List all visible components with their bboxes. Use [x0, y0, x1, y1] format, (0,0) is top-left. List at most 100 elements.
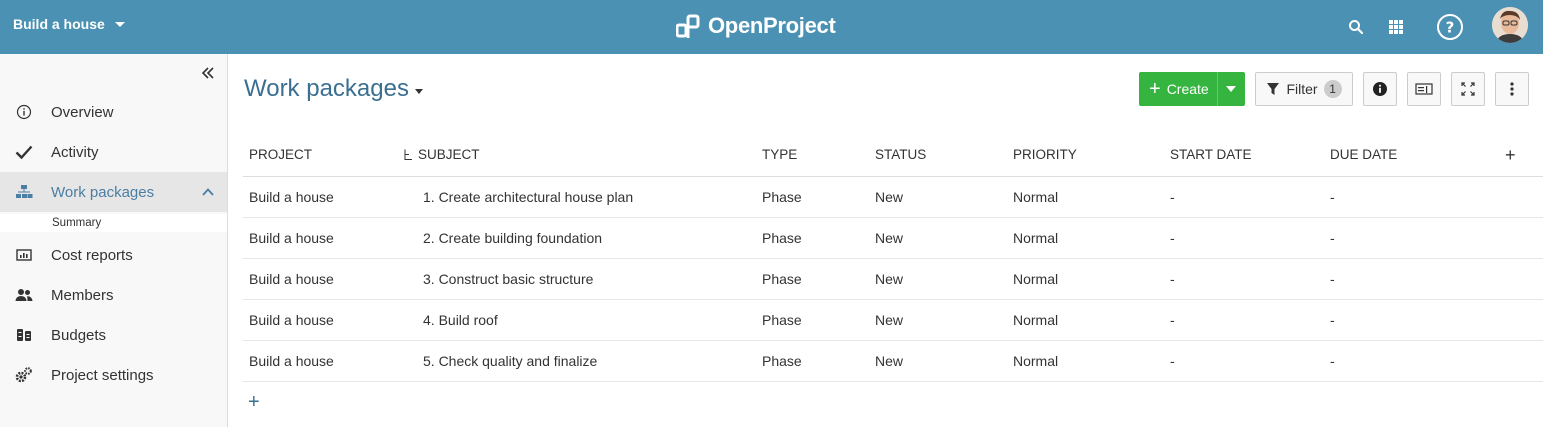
cell-due-date[interactable]: - — [1330, 353, 1335, 369]
filter-count-badge: 1 — [1323, 80, 1342, 98]
create-separator — [1217, 72, 1218, 106]
add-work-package-icon[interactable]: + — [248, 392, 260, 412]
help-icon[interactable]: ? — [1436, 13, 1464, 41]
sidebar-item-cost-reports[interactable]: Cost reports — [0, 235, 227, 275]
caret-down-icon — [114, 21, 125, 27]
column-header-start-date[interactable]: START DATE — [1170, 147, 1252, 162]
sidebar: Overview Activity Work packages Summary … — [0, 54, 228, 427]
sidebar-subitem-summary[interactable]: Summary — [0, 214, 227, 232]
cell-type[interactable]: Phase — [762, 230, 802, 246]
svg-text:?: ? — [1446, 19, 1455, 37]
cell-type[interactable]: Phase — [762, 189, 802, 205]
sidebar-item-members[interactable]: Members — [0, 275, 227, 315]
info-icon — [15, 103, 33, 121]
fullscreen-button[interactable] — [1451, 72, 1485, 106]
create-label: Create — [1166, 81, 1209, 97]
view-mode-icon — [1415, 82, 1433, 96]
cell-priority[interactable]: Normal — [1013, 189, 1058, 205]
cell-start-date[interactable]: - — [1170, 230, 1175, 246]
cell-priority[interactable]: Normal — [1013, 271, 1058, 287]
user-avatar[interactable] — [1492, 7, 1528, 43]
view-mode-button[interactable] — [1407, 72, 1441, 106]
logo-mark-icon — [675, 12, 700, 40]
cell-subject[interactable]: 2. Create building foundation — [423, 230, 602, 246]
cell-status[interactable]: New — [875, 271, 903, 287]
cell-type[interactable]: Phase — [762, 353, 802, 369]
column-header-subject[interactable]: SUBJECT — [418, 147, 480, 162]
cell-start-date[interactable]: - — [1170, 271, 1175, 287]
filter-label: Filter — [1286, 81, 1318, 97]
cell-priority[interactable]: Normal — [1013, 312, 1058, 328]
collapse-sidebar-icon[interactable] — [198, 63, 218, 83]
settings-icon — [15, 366, 33, 384]
cell-subject[interactable]: 5. Check quality and finalize — [423, 353, 597, 369]
column-header-type[interactable]: TYPE — [762, 147, 797, 162]
filter-button[interactable]: Filter 1 — [1255, 72, 1353, 106]
details-button[interactable] — [1363, 72, 1397, 106]
cell-due-date[interactable]: - — [1330, 230, 1335, 246]
cell-due-date[interactable]: - — [1330, 189, 1335, 205]
filter-icon — [1266, 82, 1280, 96]
cell-due-date[interactable]: - — [1330, 271, 1335, 287]
sidebar-item-label: Cost reports — [51, 246, 133, 264]
column-header-priority[interactable]: PRIORITY — [1013, 147, 1077, 162]
sidebar-item-label: Members — [51, 286, 114, 304]
table-row[interactable]: Build a house 2. Create building foundat… — [243, 218, 1543, 259]
search-icon[interactable] — [1342, 13, 1370, 41]
cell-priority[interactable]: Normal — [1013, 353, 1058, 369]
work-packages-table: PROJECT SUBJECT TYPE STATUS PRIORITY STA… — [243, 132, 1543, 382]
more-vertical-icon — [1510, 82, 1514, 96]
column-header-project[interactable]: PROJECT — [249, 147, 312, 162]
more-options-button[interactable] — [1495, 72, 1529, 106]
cell-project: Build a house — [249, 230, 334, 246]
cell-start-date[interactable]: - — [1170, 312, 1175, 328]
cell-start-date[interactable]: - — [1170, 353, 1175, 369]
table-row[interactable]: Build a house 1. Create architectural ho… — [243, 177, 1543, 218]
checkmark-icon — [15, 143, 33, 161]
create-button[interactable]: + Create — [1139, 72, 1245, 106]
column-header-due-date[interactable]: DUE DATE — [1330, 147, 1397, 162]
hierarchy-toggle-icon[interactable] — [403, 149, 413, 164]
cell-project: Build a house — [249, 312, 334, 328]
toolbar: + Create Filter 1 — [228, 72, 1543, 106]
project-selector[interactable]: Build a house — [13, 16, 125, 32]
sidebar-item-activity[interactable]: Activity — [0, 132, 227, 172]
cell-subject[interactable]: 1. Create architectural house plan — [423, 189, 633, 205]
sidebar-item-budgets[interactable]: Budgets — [0, 315, 227, 355]
cell-due-date[interactable]: - — [1330, 312, 1335, 328]
cell-priority[interactable]: Normal — [1013, 230, 1058, 246]
sidebar-item-overview[interactable]: Overview — [0, 92, 227, 132]
sidebar-item-work-packages[interactable]: Work packages — [0, 172, 227, 212]
column-header-status[interactable]: STATUS — [875, 147, 926, 162]
sidebar-item-label: Project settings — [51, 366, 154, 384]
main-content: Work packages + Create Filter 1 PROJECT … — [228, 54, 1543, 427]
cell-subject[interactable]: 3. Construct basic structure — [423, 271, 593, 287]
cell-project: Build a house — [249, 271, 334, 287]
cell-status[interactable]: New — [875, 230, 903, 246]
cost-reports-icon — [15, 246, 33, 264]
top-header: Build a house OpenProject ? — [0, 0, 1543, 54]
create-dropdown-icon[interactable] — [1226, 86, 1236, 92]
cell-type[interactable]: Phase — [762, 312, 802, 328]
openproject-logo[interactable]: OpenProject — [675, 12, 836, 40]
table-row[interactable]: Build a house 5. Check quality and final… — [243, 341, 1543, 382]
cell-status[interactable]: New — [875, 189, 903, 205]
chevron-up-icon[interactable] — [201, 185, 215, 203]
modules-grid-icon[interactable] — [1382, 13, 1410, 41]
cell-project: Build a house — [249, 189, 334, 205]
members-icon — [15, 286, 33, 304]
sidebar-item-project-settings[interactable]: Project settings — [0, 355, 227, 395]
add-column-icon[interactable]: + — [1505, 145, 1516, 166]
cell-type[interactable]: Phase — [762, 271, 802, 287]
cell-start-date[interactable]: - — [1170, 189, 1175, 205]
logo-text: OpenProject — [708, 13, 836, 38]
table-row[interactable]: Build a house 4. Build roof Phase New No… — [243, 300, 1543, 341]
cell-subject[interactable]: 4. Build roof — [423, 312, 498, 328]
table-row[interactable]: Build a house 3. Construct basic structu… — [243, 259, 1543, 300]
sidebar-item-label: Overview — [51, 103, 114, 121]
sidebar-item-label: Activity — [51, 143, 99, 161]
cell-status[interactable]: New — [875, 312, 903, 328]
hierarchy-icon — [15, 183, 33, 201]
expand-icon — [1461, 82, 1475, 96]
cell-status[interactable]: New — [875, 353, 903, 369]
